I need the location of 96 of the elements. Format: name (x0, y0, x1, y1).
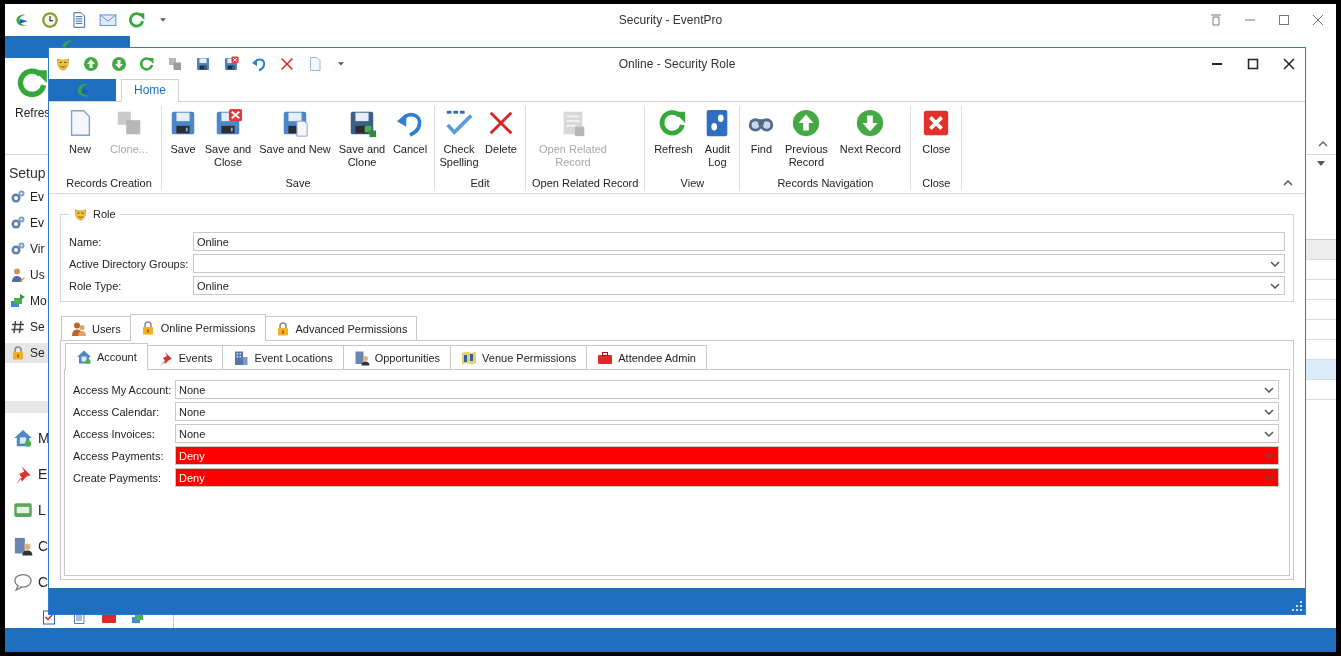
window-title: Online - Security Role (618, 56, 736, 71)
ribbon-button[interactable]: Save (168, 106, 198, 177)
ribbon-button[interactable]: Save and Clone (338, 106, 386, 177)
ribbon-button[interactable]: Audit Log (701, 106, 734, 177)
ribbon-button[interactable]: Next Record (836, 106, 905, 177)
collapse-icon[interactable] (1318, 140, 1328, 148)
sidebar-item[interactable]: Se (5, 343, 48, 363)
field-label: Access My Account: (73, 383, 173, 396)
refresh-icon (15, 66, 50, 100)
floppy-disk-x-icon (223, 55, 239, 72)
dropdown-field[interactable]: None (175, 424, 1279, 443)
dropdown-field[interactable]: None (175, 380, 1279, 399)
sidebar-item[interactable]: Ev (5, 187, 48, 207)
hash-icon (10, 319, 26, 335)
collapse-ribbon-icon[interactable] (1283, 179, 1293, 187)
field-label: Create Payments: (73, 471, 163, 484)
cubes-icon (167, 55, 183, 72)
ribbon-group-label: Records Creation (65, 177, 153, 191)
tab[interactable]: Opportunities (342, 345, 452, 369)
ribbon-button[interactable]: Save and Close (204, 106, 252, 177)
dropdown-field[interactable]: Online (193, 276, 1285, 295)
dropdown-field[interactable]: Deny (175, 446, 1279, 465)
tab[interactable]: Users (61, 316, 131, 340)
building-person-icon (13, 536, 33, 556)
ribbon-group-label: Open Related Record (532, 177, 639, 191)
resize-grip-icon[interactable] (1292, 601, 1302, 611)
report-icon (70, 11, 88, 29)
tab[interactable]: Advanced Permissions (264, 316, 418, 340)
field-label: Role Type: (69, 279, 123, 292)
navigation-item[interactable]: E (5, 461, 48, 487)
gears-icon (10, 189, 26, 205)
briefcase-icon (597, 349, 614, 366)
ribbon-group-label: Close (921, 177, 952, 191)
navigation-item[interactable]: C (5, 533, 48, 559)
navigation-item[interactable]: C (5, 569, 48, 595)
house-icon (76, 349, 92, 365)
envelope-icon (99, 11, 117, 29)
dropdown-field[interactable] (193, 254, 1285, 273)
field-label: Access Payments: (73, 449, 165, 462)
ribbon-group-label: Edit (469, 177, 491, 191)
mask-icon (55, 55, 71, 72)
field-label: Active Directory Groups: (69, 257, 190, 270)
tab[interactable]: Account (65, 343, 148, 370)
tab[interactable]: Attendee Admin (586, 345, 707, 369)
ribbon-button[interactable]: Close (917, 106, 956, 177)
building-icon (233, 349, 250, 366)
ribbon-button[interactable]: New (63, 106, 97, 177)
sidebar-item[interactable]: Ev (5, 213, 48, 233)
navigation-item[interactable]: L (5, 497, 48, 523)
dropdown-field[interactable]: None (175, 402, 1279, 421)
map-icon (461, 349, 478, 366)
document-icon (307, 55, 323, 72)
sidebar-item[interactable]: Us (5, 265, 48, 285)
x-icon (279, 55, 295, 72)
ribbon-button[interactable]: Find (746, 106, 777, 177)
gears-icon (10, 241, 26, 257)
checkmark-icon (444, 108, 474, 138)
close-button[interactable] (1281, 55, 1297, 72)
ribbon-group-label: Records Navigation (776, 177, 875, 191)
window-title: Security - EventPro (618, 13, 723, 27)
dropdown-field[interactable]: Deny (175, 468, 1279, 487)
sidebar-band (5, 401, 48, 413)
sidebar-item[interactable]: Mo (5, 291, 48, 311)
clock-icon (41, 11, 59, 29)
people-icon (71, 320, 87, 337)
sidebar-item[interactable]: Vir (5, 239, 48, 259)
field-label: Access Calendar: (73, 405, 161, 418)
field-label: Access Invoices: (73, 427, 156, 440)
ribbon-button[interactable]: Refresh (651, 106, 696, 177)
sidebar-item[interactable]: Se (5, 317, 48, 337)
text-field[interactable]: Online (193, 232, 1285, 251)
tab[interactable]: Online Permissions (129, 314, 266, 341)
field-label: Name: (69, 235, 103, 248)
user-icon (10, 267, 26, 283)
ribbon-tab[interactable]: Home (121, 79, 179, 102)
mask-icon (73, 206, 88, 222)
building-person-icon (353, 349, 370, 366)
ribbon-group-label: Save (284, 177, 312, 191)
padlock-icon (10, 345, 26, 361)
card-icon (13, 500, 33, 520)
ribbon-button[interactable]: Delete (483, 106, 519, 177)
group-title: Role (93, 208, 116, 220)
money-icon (10, 293, 26, 309)
refresh-icon (128, 11, 146, 29)
refresh-icon (139, 55, 155, 72)
ribbon-button[interactable]: Check Spelling (441, 106, 477, 177)
house-icon (13, 428, 33, 448)
gears-icon (10, 215, 26, 231)
speech-bubble-icon (13, 572, 33, 592)
sidebar-title: Setup (8, 164, 47, 183)
ribbon-button[interactable]: Previous Record (782, 106, 831, 177)
ribbon-button[interactable]: Cancel (392, 106, 428, 177)
navigation-item[interactable]: M (5, 425, 48, 451)
tab[interactable]: Events (146, 345, 224, 369)
ribbon-button[interactable]: Save and New (258, 106, 332, 177)
ribbon-group-label: View (679, 177, 706, 191)
